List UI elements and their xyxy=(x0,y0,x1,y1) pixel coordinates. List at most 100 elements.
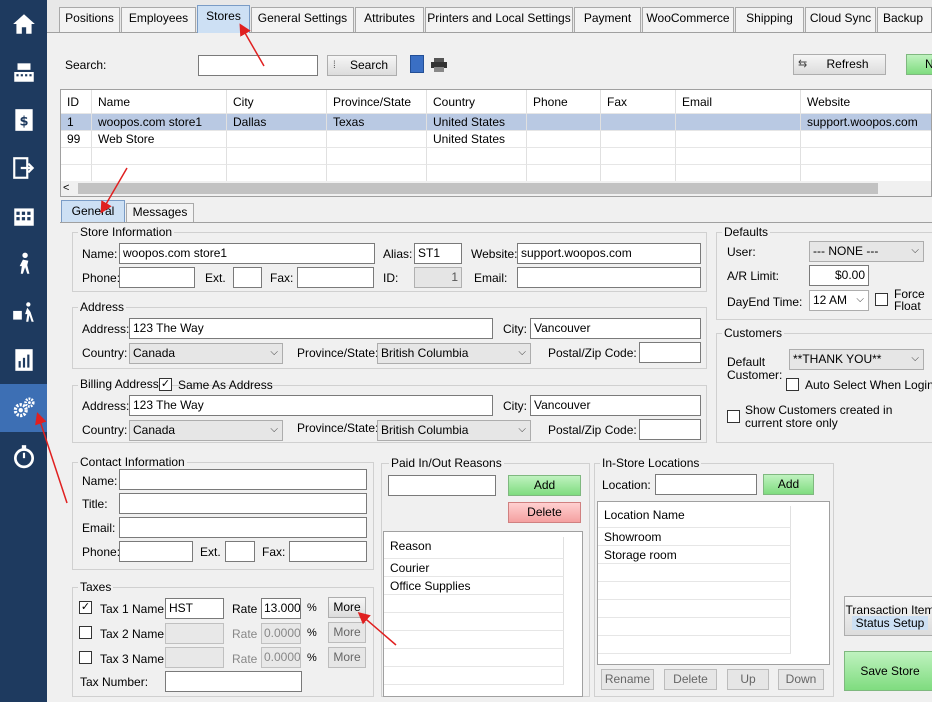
tax1-checkbox[interactable]: ✓ xyxy=(79,601,92,614)
address-field[interactable]: 123 The Way xyxy=(129,318,493,339)
contact-fax-field[interactable] xyxy=(289,541,367,562)
horizontal-scrollbar[interactable]: < xyxy=(61,181,931,196)
subtab-general[interactable]: General xyxy=(61,200,125,223)
col-header-city[interactable]: City xyxy=(227,90,327,114)
sidebar-item-home[interactable] xyxy=(0,0,47,48)
alias-field[interactable]: ST1 xyxy=(414,243,462,264)
billing-postal-field[interactable] xyxy=(639,419,701,440)
paid-add-button[interactable]: Add xyxy=(508,475,581,496)
table-row[interactable]: 1 woopos.com store1 Dallas Texas United … xyxy=(61,114,931,131)
user-select[interactable]: --- NONE --- ⌵ xyxy=(809,241,924,262)
save-store-button[interactable]: Save Store xyxy=(844,651,932,691)
tax2-checkbox[interactable] xyxy=(79,626,92,639)
list-item[interactable]: Office Supplies xyxy=(384,577,564,595)
ar-limit-field[interactable]: $0.00 xyxy=(809,265,869,286)
tab-shipping[interactable]: Shipping xyxy=(735,7,804,32)
auto-select-checkbox[interactable] xyxy=(786,378,799,391)
tax1-rate-field[interactable]: 13.000 xyxy=(261,598,301,619)
table-row[interactable]: 99 Web Store United States xyxy=(61,131,931,148)
sidebar-item-inventory[interactable] xyxy=(0,192,47,240)
billing-country-select[interactable]: Canada ⌵ xyxy=(129,420,283,441)
website-field[interactable]: support.woopos.com xyxy=(517,243,701,264)
search-button[interactable]: ⁞ Search xyxy=(327,55,397,76)
tab-woocommerce[interactable]: WooCommerce xyxy=(642,7,734,32)
col-header-website[interactable]: Website xyxy=(801,90,931,114)
sidebar-item-register[interactable] xyxy=(0,48,47,96)
tax-number-field[interactable] xyxy=(165,671,302,692)
email-field[interactable] xyxy=(517,267,701,288)
tax1-name-field[interactable]: HST xyxy=(165,598,224,619)
country-select[interactable]: Canada ⌵ xyxy=(129,343,283,364)
sidebar-item-receiving[interactable] xyxy=(0,288,47,336)
col-header-country[interactable]: Country xyxy=(427,90,527,114)
tax1-more-button[interactable]: More xyxy=(328,597,366,618)
tab-printers[interactable]: Printers and Local Settings xyxy=(425,7,573,32)
sidebar-item-reports[interactable] xyxy=(0,336,47,384)
refresh-button[interactable]: ⇆ Refresh xyxy=(793,54,886,75)
location-input[interactable] xyxy=(655,474,757,495)
tab-payment[interactable]: Payment xyxy=(574,7,641,32)
tab-stores[interactable]: Stores xyxy=(197,5,250,33)
tab-attributes[interactable]: Attributes xyxy=(355,7,424,32)
user-select-value: --- NONE --- xyxy=(813,244,879,258)
list-item[interactable]: Courier xyxy=(384,559,564,577)
location-delete-button[interactable]: Delete xyxy=(664,669,717,690)
billing-address-field[interactable]: 123 The Way xyxy=(129,395,493,416)
same-as-address-checkbox[interactable]: ✓ xyxy=(159,378,172,391)
col-header-email[interactable]: Email xyxy=(676,90,801,114)
show-customers-checkbox[interactable] xyxy=(727,410,740,423)
paid-delete-button[interactable]: Delete xyxy=(508,502,581,523)
contact-phone-field[interactable] xyxy=(119,541,193,562)
location-rename-button[interactable]: Rename xyxy=(601,669,654,690)
paid-reason-input[interactable] xyxy=(388,475,496,496)
phone-field[interactable] xyxy=(119,267,195,288)
billing-title: Billing Address - xyxy=(78,377,169,391)
dayend-select[interactable]: 12 AM ⌵ xyxy=(809,290,869,311)
subtab-messages[interactable]: Messages xyxy=(126,203,194,223)
col-header-name[interactable]: Name xyxy=(92,90,227,114)
sidebar-item-settings[interactable] xyxy=(0,384,47,432)
paid-list-header[interactable]: Reason xyxy=(384,537,564,559)
sidebar-item-exit[interactable] xyxy=(0,144,47,192)
col-header-phone[interactable]: Phone xyxy=(527,90,601,114)
default-customer-select[interactable]: **THANK YOU** ⌵ xyxy=(789,349,924,370)
sidebar-item-customers[interactable] xyxy=(0,240,47,288)
ext-field[interactable] xyxy=(233,267,262,288)
billing-province-select[interactable]: British Columbia ⌵ xyxy=(377,420,531,441)
printer-icon[interactable] xyxy=(431,58,447,72)
tab-cloud-sync[interactable]: Cloud Sync xyxy=(805,7,876,32)
search-input[interactable] xyxy=(198,55,318,76)
tab-general-settings[interactable]: General Settings xyxy=(251,7,354,32)
sidebar-item-invoices[interactable]: $ xyxy=(0,96,47,144)
location-down-button[interactable]: Down xyxy=(778,669,824,690)
billing-city-field[interactable]: Vancouver xyxy=(530,395,701,416)
list-item[interactable]: Storage room xyxy=(598,546,791,564)
city-field[interactable]: Vancouver xyxy=(530,318,701,339)
province-select[interactable]: British Columbia ⌵ xyxy=(377,343,531,364)
contact-name-field[interactable] xyxy=(119,469,367,490)
tab-employees[interactable]: Employees xyxy=(121,7,196,32)
tax3-checkbox[interactable] xyxy=(79,651,92,664)
location-add-button[interactable]: Add xyxy=(763,474,814,495)
transaction-status-button[interactable]: Transaction Item Status Setup xyxy=(844,596,932,636)
col-header-province[interactable]: Province/State xyxy=(327,90,427,114)
scroll-left-button[interactable]: < xyxy=(63,181,75,196)
tab-backup[interactable]: Backup xyxy=(877,7,932,32)
scrollbar-thumb[interactable] xyxy=(78,183,878,194)
new-store-button[interactable]: N xyxy=(906,54,932,75)
postal-field[interactable] xyxy=(639,342,701,363)
contact-ext-field[interactable] xyxy=(225,541,255,562)
sidebar-item-timeclock[interactable] xyxy=(0,432,47,480)
contact-email-field[interactable] xyxy=(119,517,367,538)
store-name-field[interactable]: woopos.com store1 xyxy=(119,243,375,264)
col-header-id[interactable]: ID xyxy=(61,90,92,114)
location-up-button[interactable]: Up xyxy=(727,669,769,690)
contact-title-field[interactable] xyxy=(119,493,367,514)
col-header-fax[interactable]: Fax xyxy=(601,90,676,114)
locations-list-header[interactable]: Location Name xyxy=(598,506,791,528)
tab-positions[interactable]: Positions xyxy=(59,7,120,32)
force-float-checkbox[interactable] xyxy=(875,293,888,306)
document-icon[interactable] xyxy=(410,55,424,73)
fax-field[interactable] xyxy=(297,267,374,288)
list-item[interactable]: Showroom xyxy=(598,528,791,546)
